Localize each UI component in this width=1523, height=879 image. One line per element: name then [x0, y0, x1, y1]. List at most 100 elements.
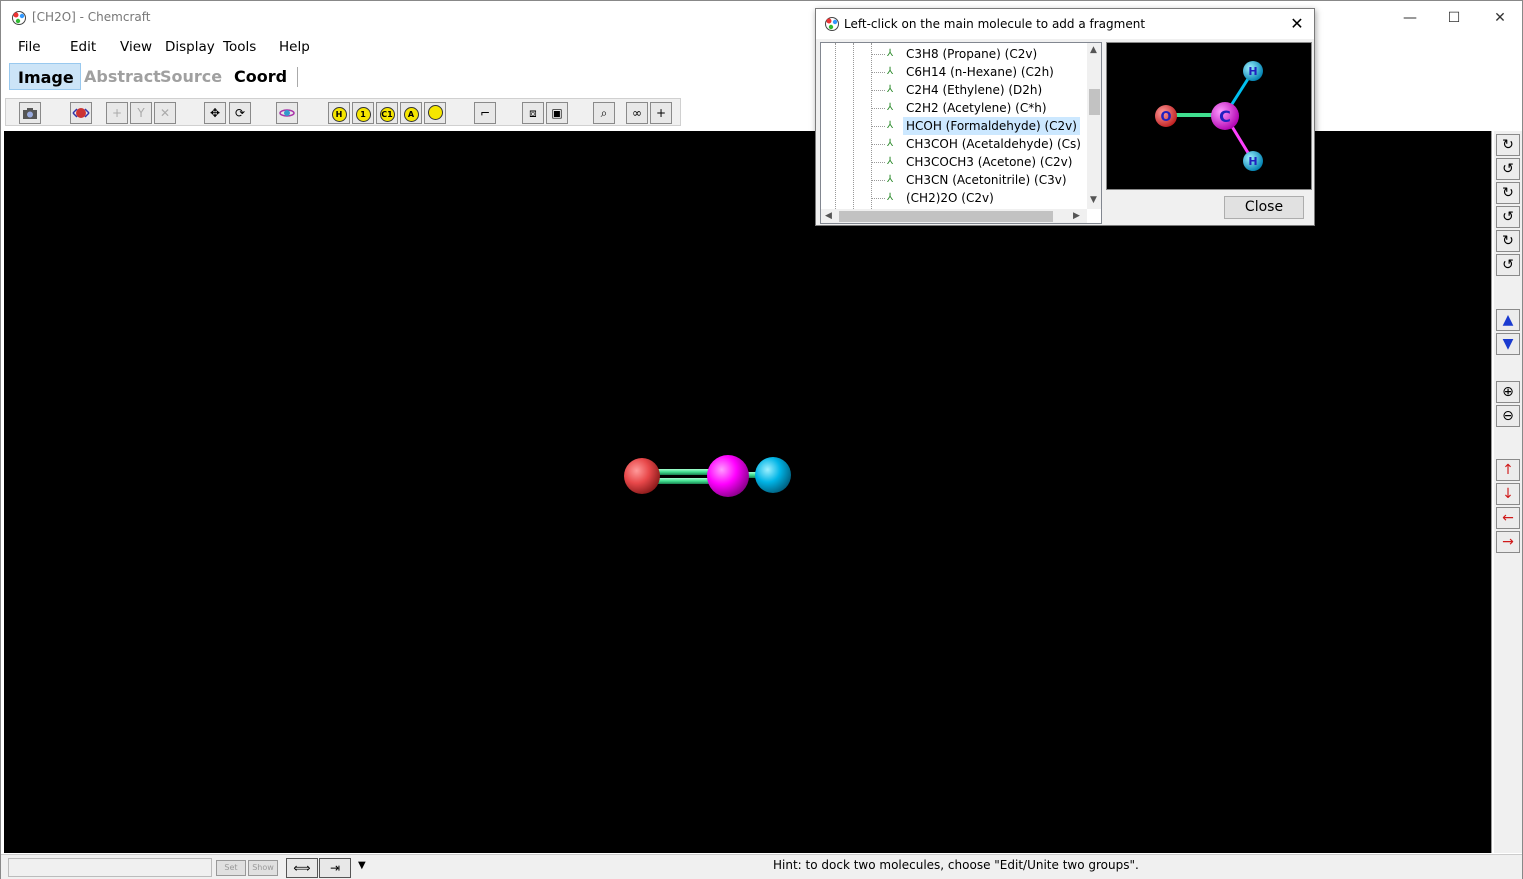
fragment-list-item[interactable]: ⅄ C2H2 (Acetylene) (C*h)	[821, 99, 1091, 117]
atom-oxygen[interactable]	[624, 458, 660, 494]
chemcraft-dialog-icon	[825, 17, 839, 31]
tab-coord[interactable]: Coord	[226, 63, 295, 90]
fragment-list-item[interactable]: ⅄ CH3COCH3 (Acetone) (C2v)	[821, 153, 1091, 171]
preview-label-h: H	[1248, 155, 1257, 168]
fragment-list-item[interactable]: ⅄ (CH2)2O (C2v)	[821, 189, 1091, 207]
molecule-icon: ⅄	[887, 138, 894, 149]
frame-icon[interactable]: ▣	[546, 102, 568, 124]
molecule-icon: ⅄	[887, 48, 894, 59]
dialog-title: Left-click on the main molecule to add a…	[844, 17, 1146, 31]
menu-display[interactable]: Display	[165, 39, 215, 55]
tab-source[interactable]: Source	[152, 63, 230, 90]
add-fragment-dialog: Left-click on the main molecule to add a…	[815, 8, 1315, 226]
fragment-label: C3H8 (Propane) (C2v)	[906, 47, 1038, 61]
close-button[interactable]: Close	[1224, 196, 1304, 219]
reset-rotation-icon[interactable]: ⟳	[229, 102, 251, 124]
scroll-up-icon[interactable]: ▲	[1090, 45, 1097, 55]
preview-label-h: H	[1248, 65, 1257, 78]
atom-carbon[interactable]	[707, 455, 749, 497]
vibration-icon[interactable]	[70, 102, 92, 124]
dialog-close-icon[interactable]: ✕	[1286, 13, 1308, 35]
fragment-label: C2H2 (Acetylene) (C*h)	[906, 101, 1047, 115]
show-hydrogens-icon[interactable]: H	[328, 102, 350, 124]
zoom-out-icon[interactable]: ⊖	[1496, 405, 1520, 427]
tree-horizontal-scrollbar[interactable]: ◀ ▶	[821, 209, 1087, 223]
fragment-list-item[interactable]: ⅄ CH3CN (Acetonitrile) (C3v)	[821, 171, 1091, 189]
plain-atom-icon[interactable]	[424, 102, 446, 124]
tree-connector	[871, 108, 885, 109]
menu-help[interactable]: Help	[279, 39, 310, 55]
fragment-list-item[interactable]: ⅄ C2H4 (Ethylene) (D2h)	[821, 81, 1091, 99]
rotate-x-neg-icon[interactable]: ↺	[1496, 158, 1520, 180]
magnifier-icon[interactable]: ⌕	[593, 102, 615, 124]
molecule-icon: ⅄	[887, 120, 894, 131]
shift-left-icon[interactable]: ←	[1496, 507, 1520, 529]
perspective-icon[interactable]: ⧈	[522, 102, 544, 124]
atom-labels-icon[interactable]: C1	[376, 102, 398, 124]
rotate-y-neg-icon[interactable]: ↺	[1496, 206, 1520, 228]
molecule-icon: ⅄	[887, 174, 894, 185]
add-atom-icon[interactable]: +	[106, 102, 128, 124]
window-title: [CH2O] - Chemcraft	[32, 10, 151, 24]
tree-vertical-scrollbar[interactable]: ▲ ▼	[1087, 43, 1101, 209]
move-fragment-icon[interactable]: ⇥	[319, 858, 351, 878]
horizontal-scroll-thumb[interactable]	[839, 211, 1053, 222]
menu-edit[interactable]: Edit	[70, 39, 96, 55]
main-toolbar: + Y ✕ ✥ ⟳ H 1 C1 A ⌐ ⧈ ▣ ⌕ ∞ +	[5, 98, 681, 126]
symbols-icon[interactable]: A	[400, 102, 422, 124]
show-button[interactable]: Show	[248, 860, 278, 876]
atom-numbers-icon[interactable]: 1	[352, 102, 374, 124]
close-window-button[interactable]: ✕	[1477, 1, 1523, 35]
add-bond-icon[interactable]: +	[650, 102, 672, 124]
rotate-z-neg-icon[interactable]: ↺	[1496, 254, 1520, 276]
rotate-x-pos-icon[interactable]: ↻	[1496, 134, 1520, 156]
status-field	[8, 858, 212, 877]
minimize-button[interactable]: —	[1387, 1, 1433, 35]
menu-file[interactable]: File	[18, 39, 41, 55]
glasses-icon[interactable]: ∞	[626, 102, 648, 124]
fragment-label: C6H14 (n-Hexane) (C2h)	[906, 65, 1054, 79]
menu-view[interactable]: View	[120, 39, 152, 55]
fit-view-icon[interactable]: ✥	[204, 102, 226, 124]
vertical-scroll-thumb[interactable]	[1089, 89, 1100, 115]
fragment-list-item[interactable]: ⅄ C6H14 (n-Hexane) (C2h)	[821, 63, 1091, 81]
maximize-button[interactable]: ☐	[1431, 1, 1477, 35]
dropdown-arrow-icon[interactable]: ▼	[358, 860, 366, 871]
move-down-icon[interactable]: ▼	[1496, 333, 1520, 355]
dock-icon[interactable]: ⟺	[286, 858, 318, 878]
tab-image[interactable]: Image	[9, 63, 81, 90]
fragment-list-item[interactable]: ⅄ HCOH (Formaldehyde) (C2v)	[821, 117, 1091, 135]
tree-connector	[871, 54, 885, 55]
camera-icon[interactable]	[19, 102, 41, 124]
chemcraft-window: [CH2O] - Chemcraft — ☐ ✕ File Edit View …	[0, 0, 1523, 879]
scroll-right-icon[interactable]: ▶	[1073, 211, 1080, 221]
shift-right-icon[interactable]: →	[1496, 531, 1520, 553]
molecule-canvas	[624, 455, 791, 497]
delete-atom-icon[interactable]: ✕	[154, 102, 176, 124]
fragment-label: C2H4 (Ethylene) (D2h)	[906, 83, 1043, 97]
move-up-icon[interactable]: ▲	[1496, 309, 1520, 331]
fragment-tree[interactable]: ⅄ C3H8 (Propane) (C2v) ⅄ C6H14 (n-Hexane) (…	[820, 42, 1102, 224]
rotate-y-pos-icon[interactable]: ↻	[1496, 182, 1520, 204]
orbital-icon[interactable]	[276, 102, 298, 124]
tree-connector	[871, 90, 885, 91]
scroll-down-icon[interactable]: ▼	[1090, 195, 1097, 205]
fragment-list-item[interactable]: ⅄ CH3COH (Acetaldehyde) (Cs)	[821, 135, 1091, 153]
molecule-viewport[interactable]	[4, 131, 1492, 853]
rotate-z-pos-icon[interactable]: ↻	[1496, 230, 1520, 252]
shift-down-icon[interactable]: ↓	[1496, 483, 1520, 505]
fragment-list-item[interactable]: ⅄ C3H8 (Propane) (C2v)	[821, 45, 1091, 63]
fragment-icon[interactable]: Y	[130, 102, 152, 124]
tree-connector	[871, 144, 885, 145]
tree-connector	[871, 162, 885, 163]
scroll-left-icon[interactable]: ◀	[825, 211, 832, 221]
zoom-in-icon[interactable]: ⊕	[1496, 381, 1520, 403]
preview-label-o: O	[1160, 110, 1171, 125]
tree-connector	[871, 180, 885, 181]
shift-up-icon[interactable]: ↑	[1496, 459, 1520, 481]
set-button[interactable]: Set	[216, 860, 246, 876]
menu-tools[interactable]: Tools	[223, 39, 256, 55]
axes-icon[interactable]: ⌐	[474, 102, 496, 124]
atom-hydrogen[interactable]	[755, 457, 791, 493]
chemcraft-logo-icon	[12, 11, 26, 25]
